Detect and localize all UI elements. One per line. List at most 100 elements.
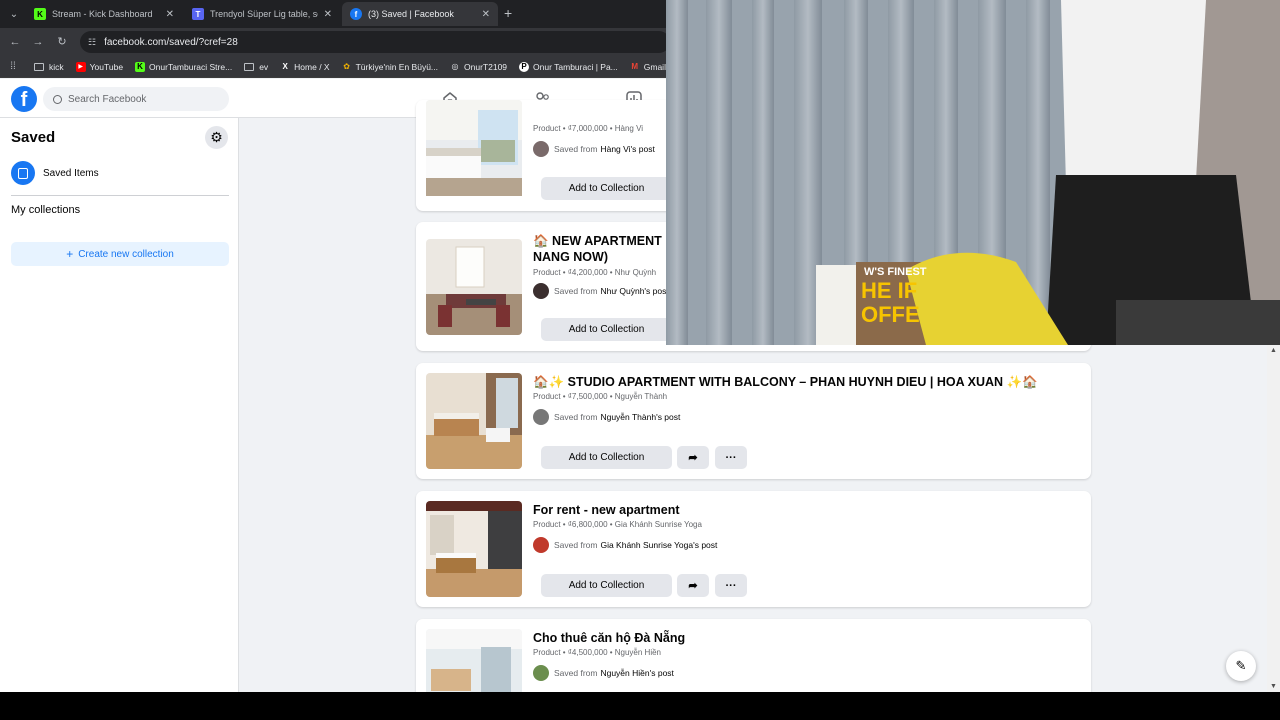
scrollbar[interactable]: ▲ ▼ bbox=[1267, 345, 1280, 692]
bookmark-x-home[interactable]: X Home / X bbox=[280, 61, 330, 72]
listing-title[interactable]: 🏠 NEW APARTMENT bbox=[533, 233, 662, 249]
bookmark-ev[interactable]: ev bbox=[244, 62, 268, 72]
bookmark-kick[interactable]: kick bbox=[34, 62, 64, 72]
site-icon: ◎ bbox=[451, 62, 459, 71]
reload-icon[interactable]: ↻ bbox=[55, 35, 69, 49]
shirt-text: W'S FINEST bbox=[864, 266, 927, 278]
bookmark-label: Home / X bbox=[294, 61, 330, 72]
listing-title[interactable]: 🏠✨ STUDIO APARTMENT WITH BALCONY – PHAN … bbox=[533, 374, 1038, 390]
listing-thumbnail[interactable] bbox=[426, 373, 522, 469]
saved-from-label: Saved from bbox=[554, 412, 598, 422]
tab-title: Trendyol Süper Lig table, scheo bbox=[210, 9, 318, 19]
shirt-text: HE IF bbox=[861, 278, 917, 303]
bookmark-gmail[interactable]: M Gmail bbox=[630, 62, 666, 72]
close-tab-icon[interactable]: ✕ bbox=[482, 9, 490, 20]
listing-meta: Product • ₫6,800,000 • Gia Khánh Sunrise… bbox=[533, 520, 702, 529]
saved-from-label: Saved from bbox=[554, 540, 598, 550]
apartment-photo bbox=[426, 239, 522, 335]
add-to-collection-button[interactable]: Add to Collection bbox=[541, 446, 672, 469]
search-icon bbox=[53, 94, 62, 104]
saved-from-source-link[interactable]: Nguyễn Thành's post bbox=[600, 412, 680, 422]
saved-from-source-link[interactable]: Hàng Vi's post bbox=[600, 144, 654, 154]
bookmark-onurt2109[interactable]: ◎ OnurT2109 bbox=[450, 61, 508, 72]
gmail-icon: M bbox=[631, 62, 639, 71]
listing-thumbnail[interactable] bbox=[426, 100, 522, 200]
saved-from: Saved from Nguyễn Hiền's post bbox=[533, 665, 674, 681]
saved-from-source-link[interactable]: Gia Khánh Sunrise Yoga's post bbox=[600, 540, 717, 550]
facebook-logo-icon[interactable]: f bbox=[11, 86, 37, 112]
listing-title[interactable]: Cho thuê căn hộ Đà Nẵng bbox=[533, 630, 685, 646]
new-tab-icon[interactable]: + bbox=[504, 6, 512, 20]
avatar[interactable] bbox=[533, 283, 549, 299]
saved-from: Saved from Hàng Vi's post bbox=[533, 141, 655, 157]
apartment-photo bbox=[426, 373, 522, 469]
forward-icon[interactable]: → bbox=[31, 35, 45, 49]
listing-title[interactable]: For rent - new apartment bbox=[533, 502, 680, 518]
bookmark-label: OnurT2109 bbox=[464, 61, 508, 72]
avatar[interactable] bbox=[533, 537, 549, 553]
sidebar-item-label: Saved Items bbox=[43, 167, 99, 179]
listing-thumbnail[interactable] bbox=[426, 629, 522, 692]
webcam-overlay: W'S FINEST HE IF OFFE bbox=[666, 0, 1280, 345]
listing-title-continued[interactable]: NANG NOW) bbox=[533, 249, 608, 265]
saved-from: Saved from Nguyễn Thành's post bbox=[533, 409, 680, 425]
saved-from-source-link[interactable]: Như Quỳnh's pos bbox=[600, 286, 666, 296]
facebook-favicon-icon: f bbox=[350, 8, 362, 20]
listing-meta: Product • ₫4,200,000 • Như Quỳnh bbox=[533, 268, 657, 277]
create-collection-button[interactable]: + Create new collection bbox=[11, 242, 229, 266]
add-to-collection-button[interactable]: Add to Collection bbox=[541, 574, 672, 597]
search-input[interactable] bbox=[68, 93, 218, 105]
address-bar[interactable]: ☷ facebook.com/saved/?cref=28 bbox=[80, 31, 670, 53]
avatar[interactable] bbox=[533, 141, 549, 157]
saved-item-card: Cho thuê căn hộ Đà Nẵng Product • ₫4,500… bbox=[416, 619, 1091, 692]
share-icon[interactable]: ➦ bbox=[677, 574, 709, 597]
back-icon[interactable]: ← bbox=[8, 35, 22, 49]
more-options-icon[interactable]: ··· bbox=[715, 446, 747, 469]
apartment-photo bbox=[426, 100, 522, 196]
saved-from-source-link[interactable]: Nguyễn Hiền's post bbox=[600, 668, 673, 678]
bookmark-onurtamburaci-stream[interactable]: K OnurTamburaci Stre... bbox=[135, 61, 233, 72]
x-icon: X bbox=[282, 62, 288, 71]
avatar[interactable] bbox=[533, 409, 549, 425]
settings-gear-icon[interactable]: ⚙ bbox=[205, 126, 228, 149]
sidebar-item-saved-items[interactable]: Saved Items bbox=[11, 161, 99, 185]
bookmark-onur-page[interactable]: P Onur Tamburaci | Pa... bbox=[519, 61, 618, 72]
saved-from: Saved from Như Quỳnh's pos bbox=[533, 283, 666, 299]
scroll-down-icon[interactable]: ▼ bbox=[1270, 683, 1277, 690]
bookmark-label: OnurTamburaci Stre... bbox=[149, 61, 233, 72]
tab-kick-dashboard[interactable]: K Stream - Kick Dashboard ✕ bbox=[26, 2, 182, 26]
listing-thumbnail[interactable] bbox=[426, 501, 522, 597]
tab-super-lig[interactable]: T Trendyol Süper Lig table, scheo ✕ bbox=[184, 2, 340, 26]
close-tab-icon[interactable]: ✕ bbox=[324, 9, 332, 20]
bookmark-youtube[interactable]: ▶ YouTube bbox=[75, 61, 124, 72]
tab-title: (3) Saved | Facebook bbox=[368, 9, 454, 19]
site-info-icon[interactable]: ☷ bbox=[88, 37, 96, 48]
folder-icon bbox=[34, 62, 44, 71]
new-message-icon[interactable]: ✎ bbox=[1226, 651, 1256, 681]
saved-sidebar: Saved ⚙ Saved Items My collections + Cre… bbox=[0, 118, 239, 692]
listing-meta: Product • ₫7,500,000 • Nguyễn Thành bbox=[533, 392, 668, 401]
share-icon[interactable]: ➦ bbox=[677, 446, 709, 469]
saved-from-label: Saved from bbox=[554, 286, 598, 296]
listing-thumbnail[interactable] bbox=[426, 239, 522, 335]
add-to-collection-button[interactable]: Add to Collection bbox=[541, 177, 672, 200]
bookmark-label: Gmail bbox=[643, 61, 666, 72]
scroll-up-icon[interactable]: ▲ bbox=[1270, 347, 1277, 354]
add-to-collection-button[interactable]: Add to Collection bbox=[541, 318, 672, 341]
screen: ⌄ K Stream - Kick Dashboard ✕ T Trendyol… bbox=[0, 0, 1280, 692]
page-title: Saved bbox=[11, 129, 56, 146]
bookmark-turkiye[interactable]: ✿ Türkiye'nin En Büyü... bbox=[342, 62, 438, 72]
saved-from: Saved from Gia Khánh Sunrise Yoga's post bbox=[533, 537, 717, 553]
apps-icon[interactable]: ⁞⁞ bbox=[8, 61, 22, 72]
tab-facebook-saved[interactable]: f (3) Saved | Facebook ✕ bbox=[342, 2, 498, 26]
more-options-icon[interactable]: ··· bbox=[715, 574, 747, 597]
site-icon: ✿ bbox=[343, 62, 350, 71]
avatar[interactable] bbox=[533, 665, 549, 681]
site-icon: P bbox=[519, 61, 530, 72]
tab-search-icon[interactable]: ⌄ bbox=[6, 6, 22, 22]
apartment-photo bbox=[426, 629, 522, 692]
close-tab-icon[interactable]: ✕ bbox=[166, 9, 174, 20]
address-url: facebook.com/saved/?cref=28 bbox=[104, 36, 238, 48]
bookmark-label: YouTube bbox=[89, 61, 124, 72]
facebook-search[interactable] bbox=[43, 87, 229, 111]
